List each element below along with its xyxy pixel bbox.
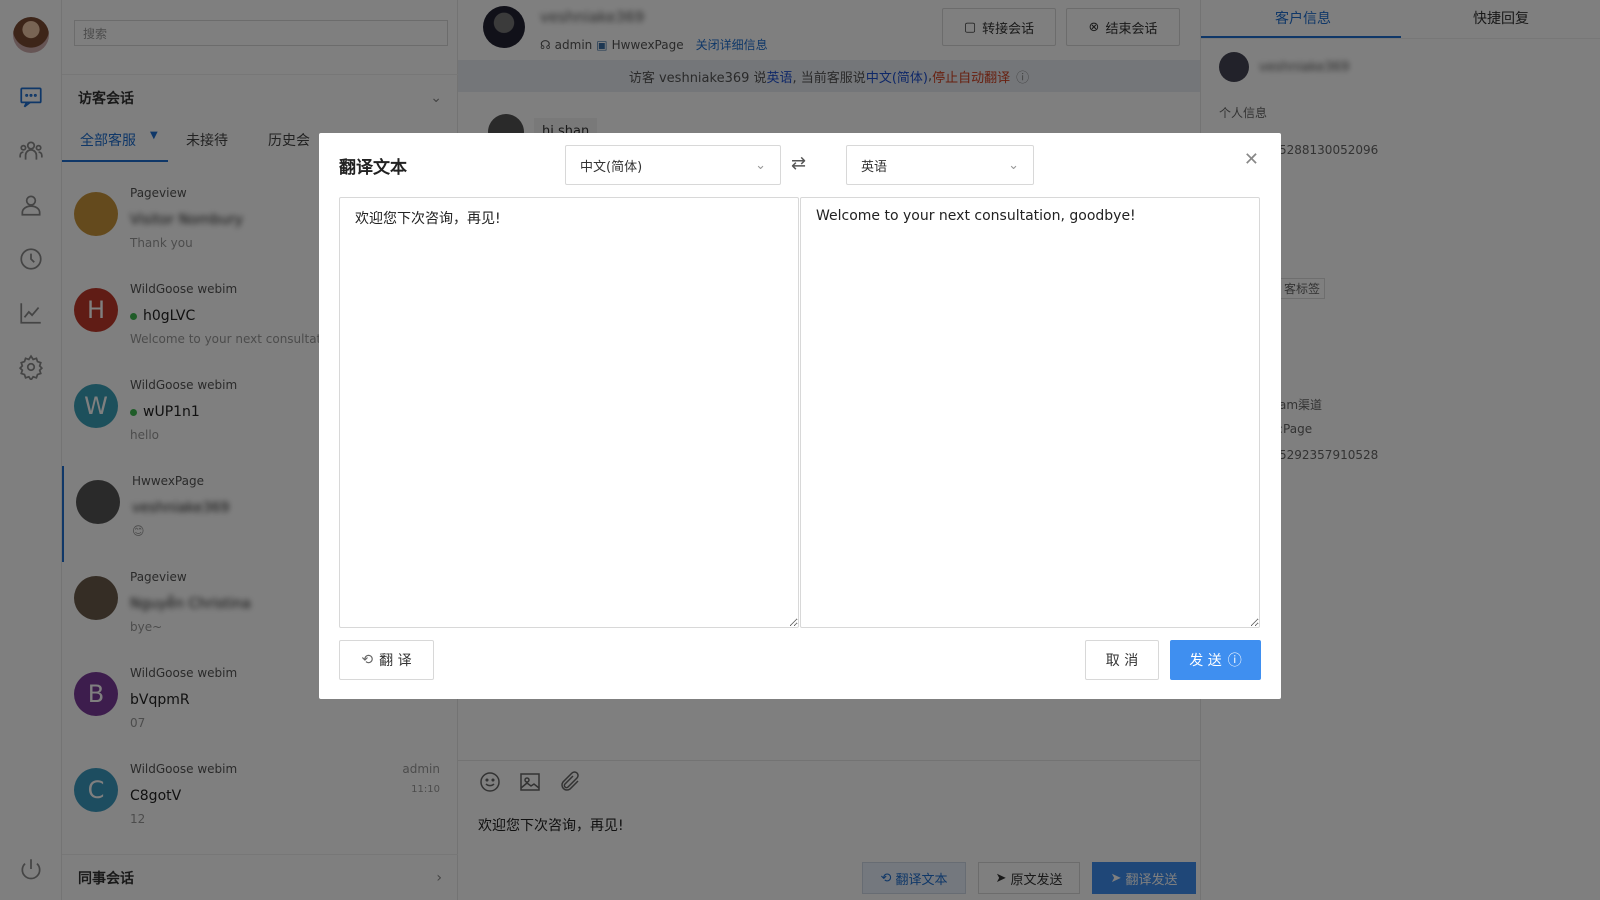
- translate-icon: ⟲: [361, 652, 374, 668]
- translate-button[interactable]: ⟲ 翻 译: [339, 640, 434, 680]
- close-icon[interactable]: ✕: [1244, 149, 1259, 170]
- translate-modal: 翻译文本 中文(简体) ⌄ ⇄ 英语 ⌄ ✕ 欢迎您下次咨询，再见! Welco…: [319, 133, 1281, 699]
- swap-languages-icon[interactable]: ⇄: [791, 153, 806, 174]
- source-language-select[interactable]: 中文(简体) ⌄: [565, 145, 781, 185]
- help-icon: ⓘ: [1227, 653, 1242, 669]
- send-label: 发 送: [1189, 653, 1222, 669]
- source-text-area[interactable]: 欢迎您下次咨询，再见!: [339, 197, 799, 628]
- modal-title: 翻译文本: [339, 158, 407, 178]
- target-language-value: 英语: [861, 159, 888, 175]
- source-language-value: 中文(简体): [580, 159, 643, 175]
- cancel-label: 取 消: [1105, 653, 1139, 669]
- target-language-select[interactable]: 英语 ⌄: [846, 145, 1034, 185]
- chevron-down-icon: ⌄: [755, 157, 766, 173]
- send-button[interactable]: 发 送 ⓘ: [1170, 640, 1261, 680]
- cancel-button[interactable]: 取 消: [1085, 640, 1159, 680]
- chevron-down-icon: ⌄: [1008, 157, 1019, 173]
- translate-label: 翻 译: [379, 653, 412, 669]
- target-text-area[interactable]: Welcome to your next consultation, goodb…: [800, 197, 1260, 628]
